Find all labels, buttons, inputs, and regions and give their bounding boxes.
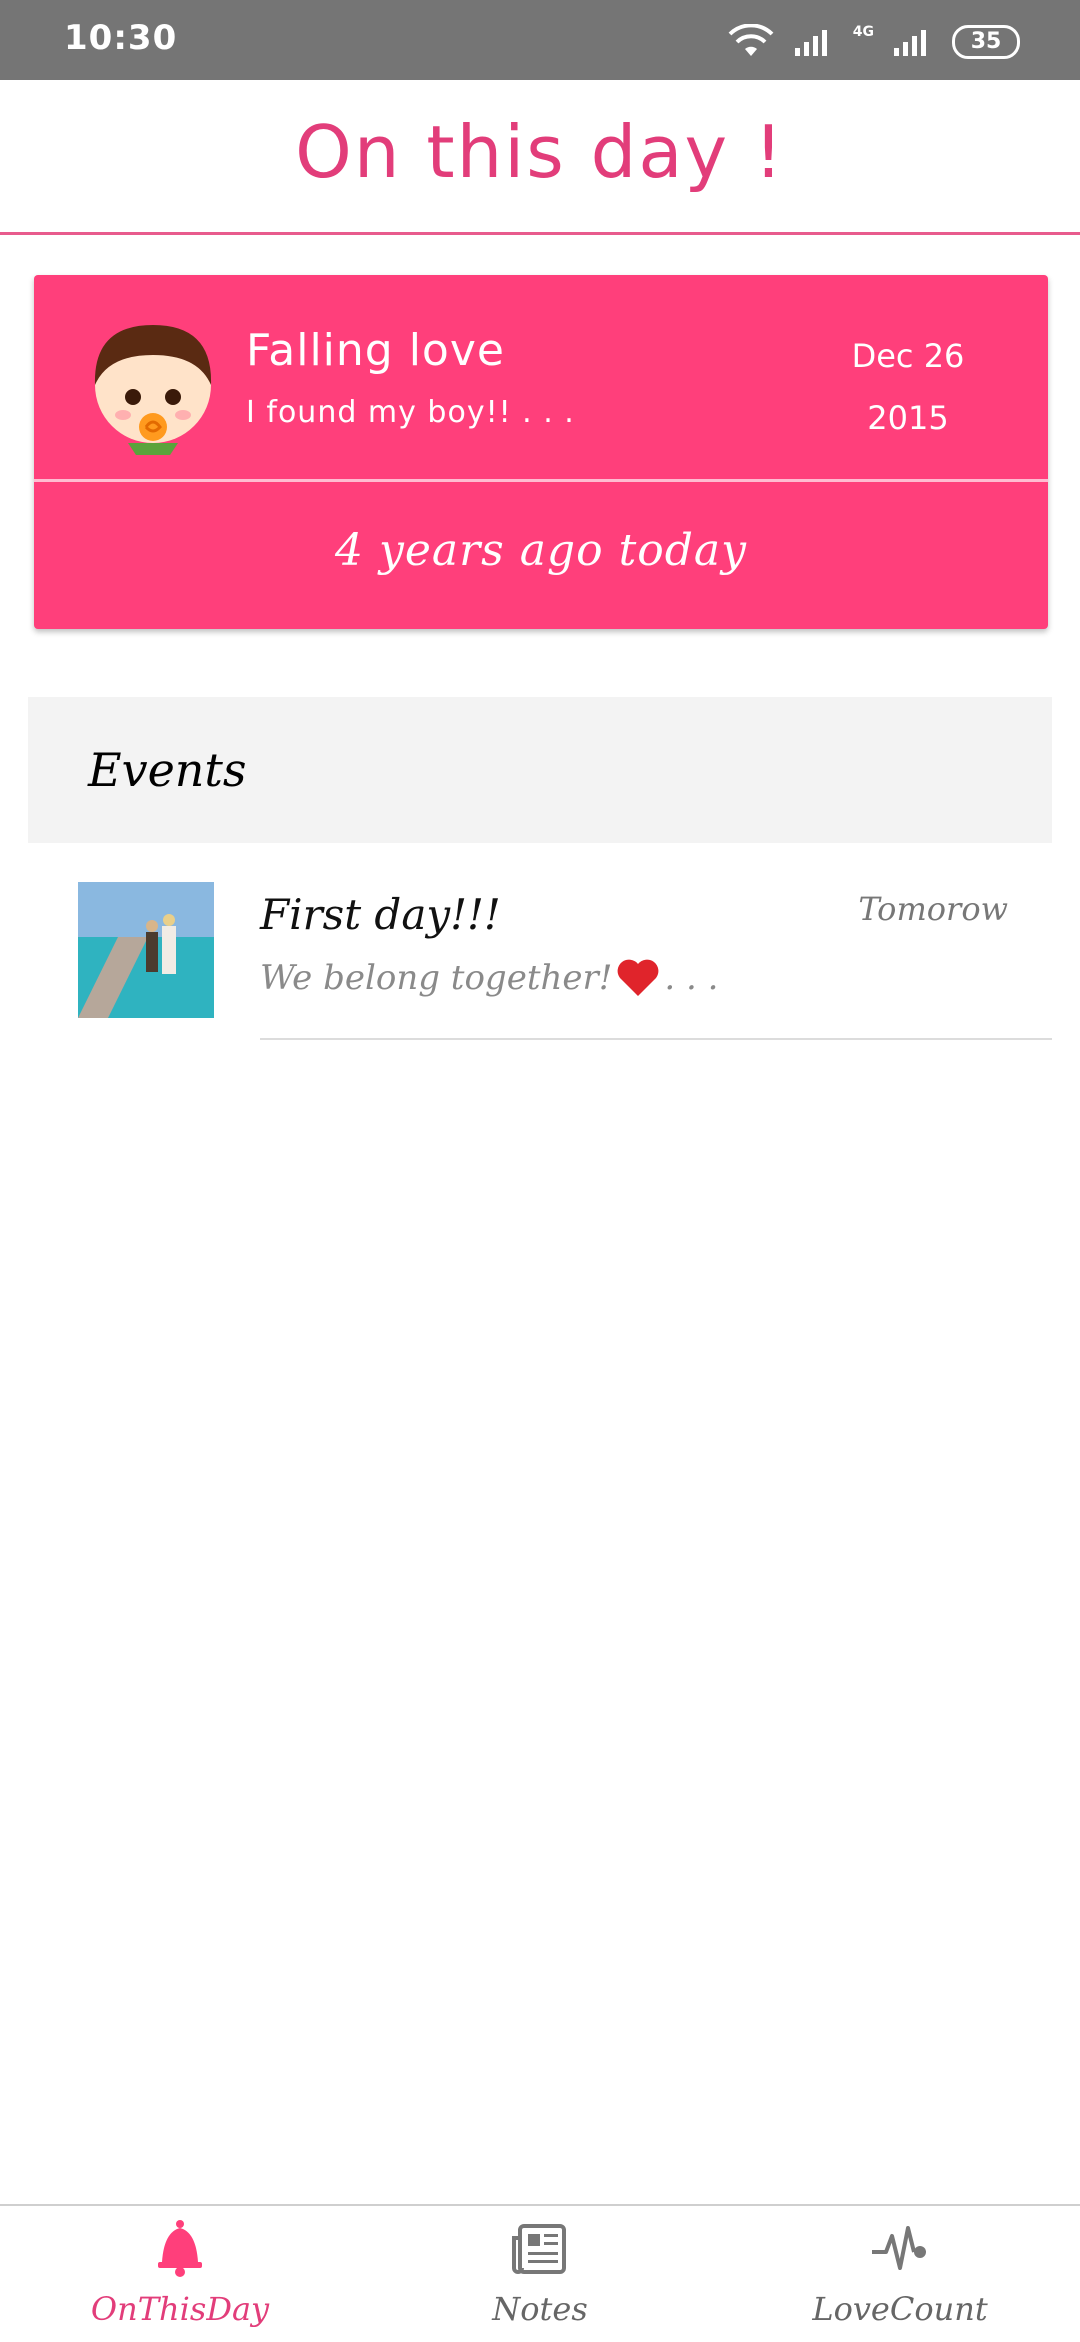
memory-date: Dec 26 2015 [828,325,988,449]
wifi-icon [728,24,774,56]
nav-item-onthisday[interactable]: OnThisDay [0,2206,360,2342]
events-label: Events [88,743,247,797]
signal-icon-2 [894,30,926,56]
network-label: 4G [852,24,874,40]
bottom-nav: OnThisDay Notes LoveCount [0,2204,1080,2342]
newspaper-icon [512,2224,566,2274]
event-description-text: We belong together! [260,958,613,998]
status-icons: 4G 35 [727,22,1020,62]
page-title: On this day ! [295,110,785,194]
bell-icon [158,2220,202,2277]
memory-subtitle: I found my boy!! . . . [246,395,575,430]
list-item[interactable]: First day!!! Tomorow We belong together!… [0,870,1080,1042]
nav-item-notes[interactable]: Notes [360,2206,720,2342]
event-title: First day!!! [260,890,501,939]
event-description: We belong together! . . . [260,958,718,998]
event-thumbnail [78,882,214,1018]
card-divider [34,479,1048,482]
battery-indicator: 35 [952,25,1020,59]
status-time: 10:30 [64,18,178,58]
nav-label-onthisday: OnThisDay [90,2290,270,2328]
signal-icon [794,30,827,56]
nav-item-lovecount[interactable]: LoveCount [720,2206,1080,2342]
memory-date-year: 2015 [867,399,949,437]
nav-label-lovecount: LoveCount [812,2290,988,2328]
events-section-header: Events [28,697,1052,843]
app-header: On this day ! [0,80,1080,235]
heart-icon [618,959,659,996]
years-ago-label: 4 years ago today [334,525,747,576]
event-time: Tomorow [858,890,1008,928]
memory-card[interactable]: Falling love I found my boy!! . . . Dec … [34,275,1048,629]
event-divider [260,1038,1052,1040]
memory-date-month-day: Dec 26 [851,337,965,375]
nav-label-notes: Notes [492,2290,588,2328]
event-ellipsis: . . . [664,958,719,998]
boy-avatar-icon [94,325,212,455]
heartbeat-icon [872,2226,926,2270]
memory-title: Falling love [246,325,505,376]
status-bar: 10:30 4G 35 [0,0,1080,80]
